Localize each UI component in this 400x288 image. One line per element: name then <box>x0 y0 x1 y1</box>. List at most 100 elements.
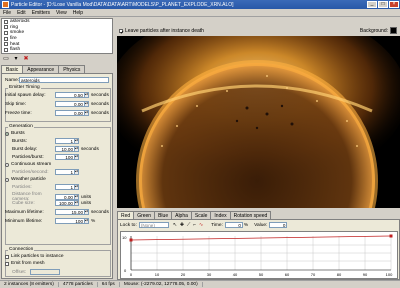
particles-second-row: Particles/second: 1 ▴▾ <box>12 169 79 175</box>
spin-button[interactable]: ▴▾ <box>85 209 89 215</box>
smooth-icon[interactable]: ∿ <box>199 223 203 228</box>
particles-burst-input[interactable]: 100 <box>55 154 75 160</box>
menu-help[interactable]: Help <box>70 10 86 16</box>
emitter-checkbox[interactable] <box>4 42 8 47</box>
emitter-label: asteroids <box>10 19 30 25</box>
offset-label: Offset: <box>12 269 27 275</box>
name-input[interactable]: asteroids <box>19 77 109 83</box>
maximize-button[interactable]: □ <box>378 1 388 8</box>
unit-label: seconds <box>81 146 99 152</box>
curve-tabs: Red Green Blue Alpha Scale Index Rotatio… <box>117 211 272 219</box>
menu-file[interactable]: File <box>0 10 14 16</box>
dropdown-arrow-icon[interactable]: ▾ <box>12 56 20 63</box>
min-lifetime-input[interactable]: 100 <box>55 218 85 224</box>
basic-panel: Name: asteroids Emitter Timing Initial s… <box>1 73 113 279</box>
bursts-label: Bursts <box>11 131 25 136</box>
status-fps: 64 fps <box>98 282 120 287</box>
weather-particles-input[interactable]: 1 <box>55 184 75 190</box>
linear-icon[interactable]: ⟋ <box>187 222 190 228</box>
particle-viewport[interactable] <box>117 36 400 208</box>
emitter-checkbox[interactable] <box>4 47 8 52</box>
emitter-checkbox[interactable] <box>4 30 8 35</box>
leave-particles-checkbox[interactable]: ✔ <box>119 28 124 36</box>
tab-green[interactable]: Green <box>133 211 156 219</box>
menu-edit[interactable]: Edit <box>14 10 29 16</box>
x-tick-label: 80 <box>337 272 342 277</box>
continuous-label: Continuous stream <box>11 162 52 167</box>
spin-button[interactable]: ▴▾ <box>85 218 89 224</box>
menu-emitters[interactable]: Emitters <box>29 10 53 16</box>
background-label: Background: <box>359 27 388 34</box>
emit-mesh-checkbox[interactable] <box>5 261 9 266</box>
offset-input[interactable] <box>30 269 60 275</box>
spin-button[interactable]: ▴▾ <box>75 138 79 144</box>
tab-rotation-speed[interactable]: Rotation speed <box>229 211 272 219</box>
status-mouse: Mouse: (-2279.02, 12778.05, 0.00) <box>120 282 203 287</box>
step-icon[interactable]: ⌐ <box>193 223 196 228</box>
burst-delay-label: Burst delay: <box>12 146 38 152</box>
bursts-count-input[interactable]: 1 <box>55 138 75 144</box>
emit-mesh-label: Emit from mesh <box>11 261 45 266</box>
lock-to-select[interactable]: (None) <box>138 222 169 228</box>
new-emitter-icon[interactable]: ▭ <box>2 56 10 63</box>
spin-button[interactable]: ▴▾ <box>75 184 79 190</box>
add-point-icon[interactable]: ✚ <box>180 223 184 228</box>
bursts-radio-row: Bursts <box>5 131 25 136</box>
bursts-count-label: Bursts: <box>12 138 27 144</box>
weather-radio[interactable] <box>5 177 9 182</box>
menu-view[interactable]: View <box>53 10 70 16</box>
emitter-row[interactable]: flash <box>2 47 112 53</box>
name-row: Name: asteroids <box>5 77 109 83</box>
tab-red[interactable]: Red <box>117 211 135 219</box>
menu-bar: File Edit Emitters View Help <box>0 9 400 17</box>
tab-appearance[interactable]: Appearance <box>22 65 60 73</box>
link-checkbox[interactable] <box>5 254 9 259</box>
link-row: Link particles to instance <box>5 254 64 259</box>
spin-button[interactable]: ▴▾ <box>75 200 79 206</box>
continuous-radio[interactable] <box>5 162 9 167</box>
emitter-checkbox[interactable] <box>4 25 8 30</box>
tab-basic[interactable]: Basic <box>1 65 24 73</box>
lock-to-label: Lock to: <box>120 222 137 228</box>
curve-point[interactable] <box>129 238 133 242</box>
emitter-checkbox[interactable] <box>4 19 8 24</box>
explosion-render <box>117 36 400 208</box>
background-color-swatch[interactable] <box>390 27 397 34</box>
curve-point[interactable] <box>389 234 393 238</box>
spin-button[interactable]: ▴▾ <box>85 110 89 116</box>
initial-spawn-input[interactable]: 0.50 <box>55 92 85 98</box>
x-tick-label: 10 <box>155 272 160 277</box>
emitter-checkbox[interactable] <box>4 36 8 41</box>
skip-time-input[interactable]: 0.00 <box>55 101 85 107</box>
freeze-time-input[interactable]: 0.00 <box>55 110 85 116</box>
burst-delay-input[interactable]: 10.00 <box>55 146 75 152</box>
cube-size-input[interactable]: 100.00 <box>55 200 75 206</box>
app-icon <box>2 1 9 8</box>
spin-button[interactable]: ▴▾ <box>75 154 79 160</box>
emitter-tabs: Basic Appearance Physics <box>1 65 86 73</box>
offset-row: Offset: <box>12 269 60 275</box>
tab-blue[interactable]: Blue <box>154 211 173 219</box>
tab-physics[interactable]: Physics <box>58 65 86 73</box>
curve-graph[interactable]: 10 0 0 10 20 30 40 50 60 70 80 90 100 <box>120 231 398 279</box>
tab-index[interactable]: Index <box>210 211 231 219</box>
value-input[interactable]: 0 <box>269 222 288 228</box>
x-tick-label: 50 <box>259 272 264 277</box>
continuous-radio-row: Continuous stream <box>5 162 51 167</box>
time-input[interactable]: 0 <box>224 222 243 228</box>
spin-button[interactable]: ▴▾ <box>75 146 79 152</box>
x-tick-label: 100 <box>386 272 393 277</box>
minimize-button[interactable]: _ <box>367 1 377 8</box>
pointer-tool-icon[interactable]: ↖ <box>173 223 177 228</box>
spin-button[interactable]: ▴▾ <box>85 92 89 98</box>
max-lifetime-input[interactable]: 15.00 <box>55 209 85 215</box>
close-button[interactable]: × <box>389 1 399 8</box>
tab-alpha[interactable]: Alpha <box>171 211 192 219</box>
emitter-list[interactable]: asteroids ring smoke fire heat flash <box>1 18 113 54</box>
particles-second-input[interactable]: 1 <box>55 169 75 175</box>
bursts-radio[interactable] <box>5 131 9 136</box>
delete-icon[interactable]: ✖ <box>22 56 30 63</box>
spin-button[interactable]: ▴▾ <box>75 169 79 175</box>
tab-scale[interactable]: Scale <box>190 211 212 219</box>
spin-button[interactable]: ▴▾ <box>85 101 89 107</box>
